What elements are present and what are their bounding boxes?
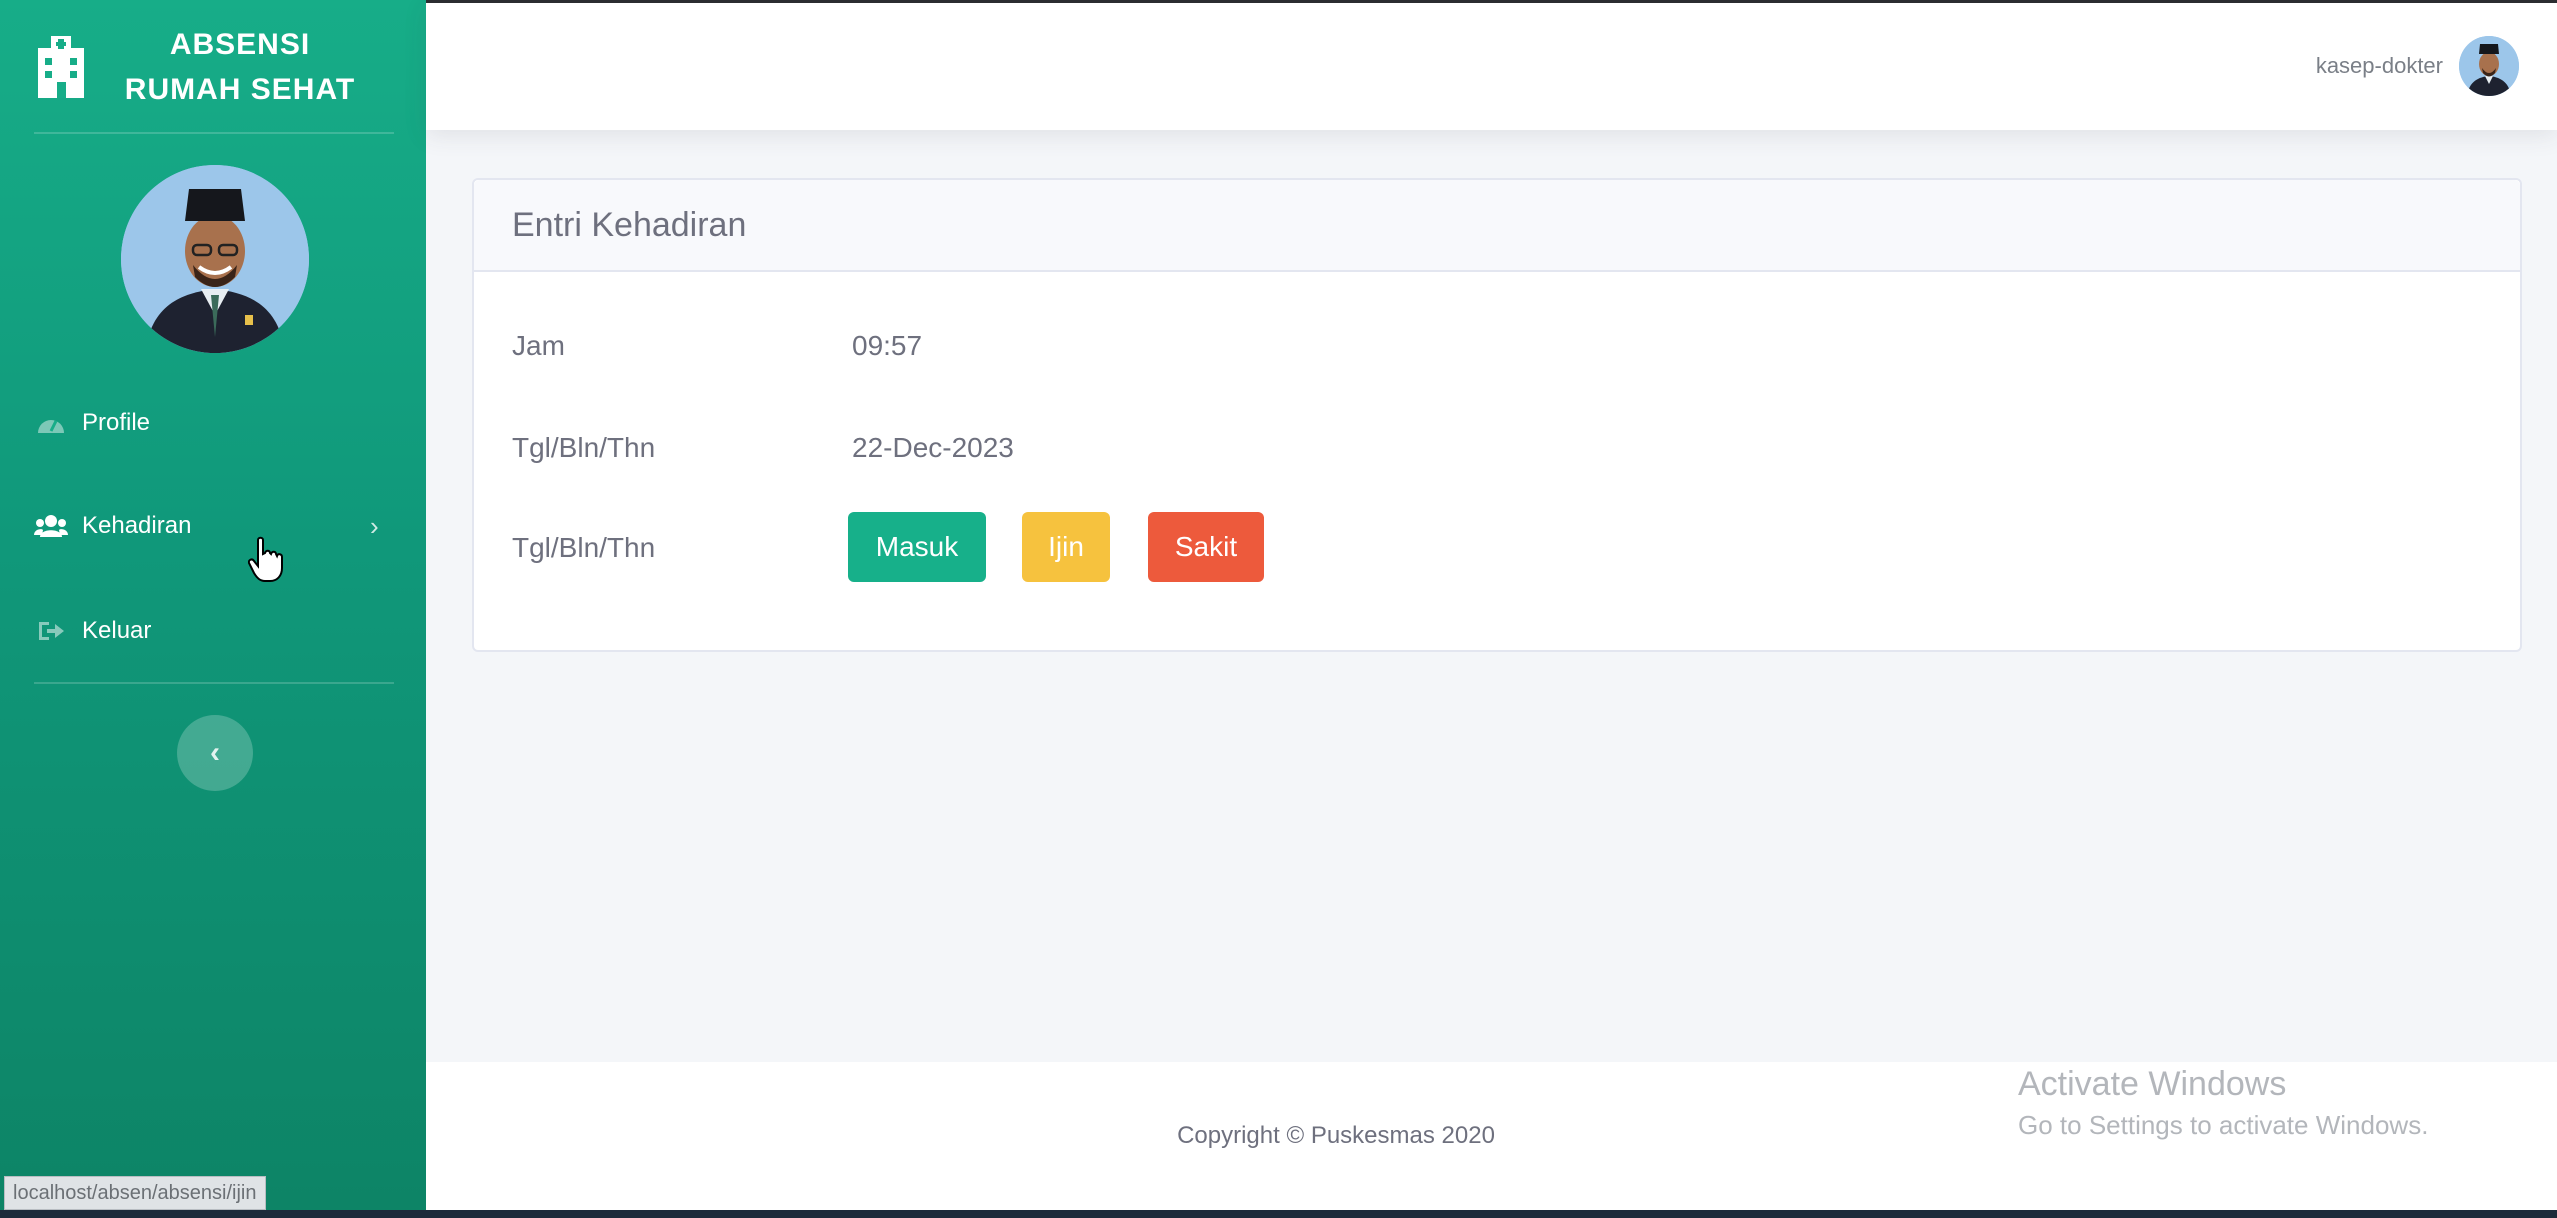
- brand[interactable]: ABSENSI RUMAH SEHAT: [0, 0, 426, 132]
- chevron-right-icon: ›: [370, 510, 379, 541]
- window-edge: [426, 0, 2557, 3]
- tachometer-icon: [34, 408, 68, 438]
- status-label: Tgl/Bln/Thn: [512, 532, 656, 563]
- status-bar-url: localhost/absen/absensi/ijin: [4, 1176, 266, 1210]
- sidebar-toggle-button[interactable]: ‹: [177, 715, 253, 791]
- date-label: Tgl/Bln/Thn: [512, 432, 656, 463]
- sidebar-item-label: Profile: [82, 409, 151, 436]
- avatar-photo: [2459, 36, 2519, 96]
- chevron-left-icon: ‹: [210, 736, 220, 769]
- avatar: [121, 165, 309, 353]
- user-avatar[interactable]: [2459, 36, 2519, 96]
- sidebar: ABSENSI RUMAH SEHAT Profile Kehadiran › …: [0, 0, 426, 1210]
- sidebar-item-label: Kehadiran: [82, 512, 192, 539]
- masuk-button[interactable]: Masuk: [848, 512, 986, 582]
- time-label: Jam: [512, 330, 565, 361]
- activate-windows-watermark: Activate Windows Go to Settings to activ…: [2018, 1062, 2428, 1144]
- activate-title: Activate Windows: [2018, 1065, 2287, 1103]
- time-value: 09:57: [852, 330, 923, 361]
- sidebar-item-keluar[interactable]: Keluar: [0, 596, 426, 666]
- users-icon: [34, 511, 68, 541]
- user-name[interactable]: kasep-dokter: [2316, 53, 2443, 79]
- sidebar-item-profile[interactable]: Profile: [0, 388, 426, 458]
- topbar: kasep-dokter: [426, 0, 2557, 130]
- avatar-photo: [121, 165, 309, 353]
- sidebar-divider: [34, 132, 394, 134]
- sakit-button[interactable]: Sakit: [1148, 512, 1264, 582]
- card-header: Entri Kehadiran: [474, 180, 2520, 272]
- attendance-card: Entri Kehadiran Jam 09:57 Tgl/Bln/Thn 22…: [472, 178, 2522, 652]
- sidebar-item-label: Keluar: [82, 617, 152, 644]
- activate-subtitle: Go to Settings to activate Windows.: [2018, 1110, 2429, 1140]
- copyright-text: Copyright © Puskesmas 2020: [1177, 1122, 1495, 1149]
- hospital-icon: [38, 36, 84, 98]
- ijin-button[interactable]: Ijin: [1022, 512, 1110, 582]
- brand-title: ABSENSI RUMAH SEHAT: [110, 22, 370, 112]
- sidebar-divider: [34, 682, 394, 684]
- brand-line-2: RUMAH SEHAT: [124, 73, 356, 106]
- brand-line-1: ABSENSI: [169, 28, 311, 61]
- date-value: 22-Dec-2023: [852, 432, 1014, 463]
- page-title: Entri Kehadiran: [512, 206, 747, 244]
- hand-cursor-icon: [248, 536, 283, 582]
- taskbar: [0, 1210, 2557, 1218]
- sign-out-icon: [34, 616, 68, 646]
- sidebar-item-kehadiran[interactable]: Kehadiran ›: [0, 491, 426, 561]
